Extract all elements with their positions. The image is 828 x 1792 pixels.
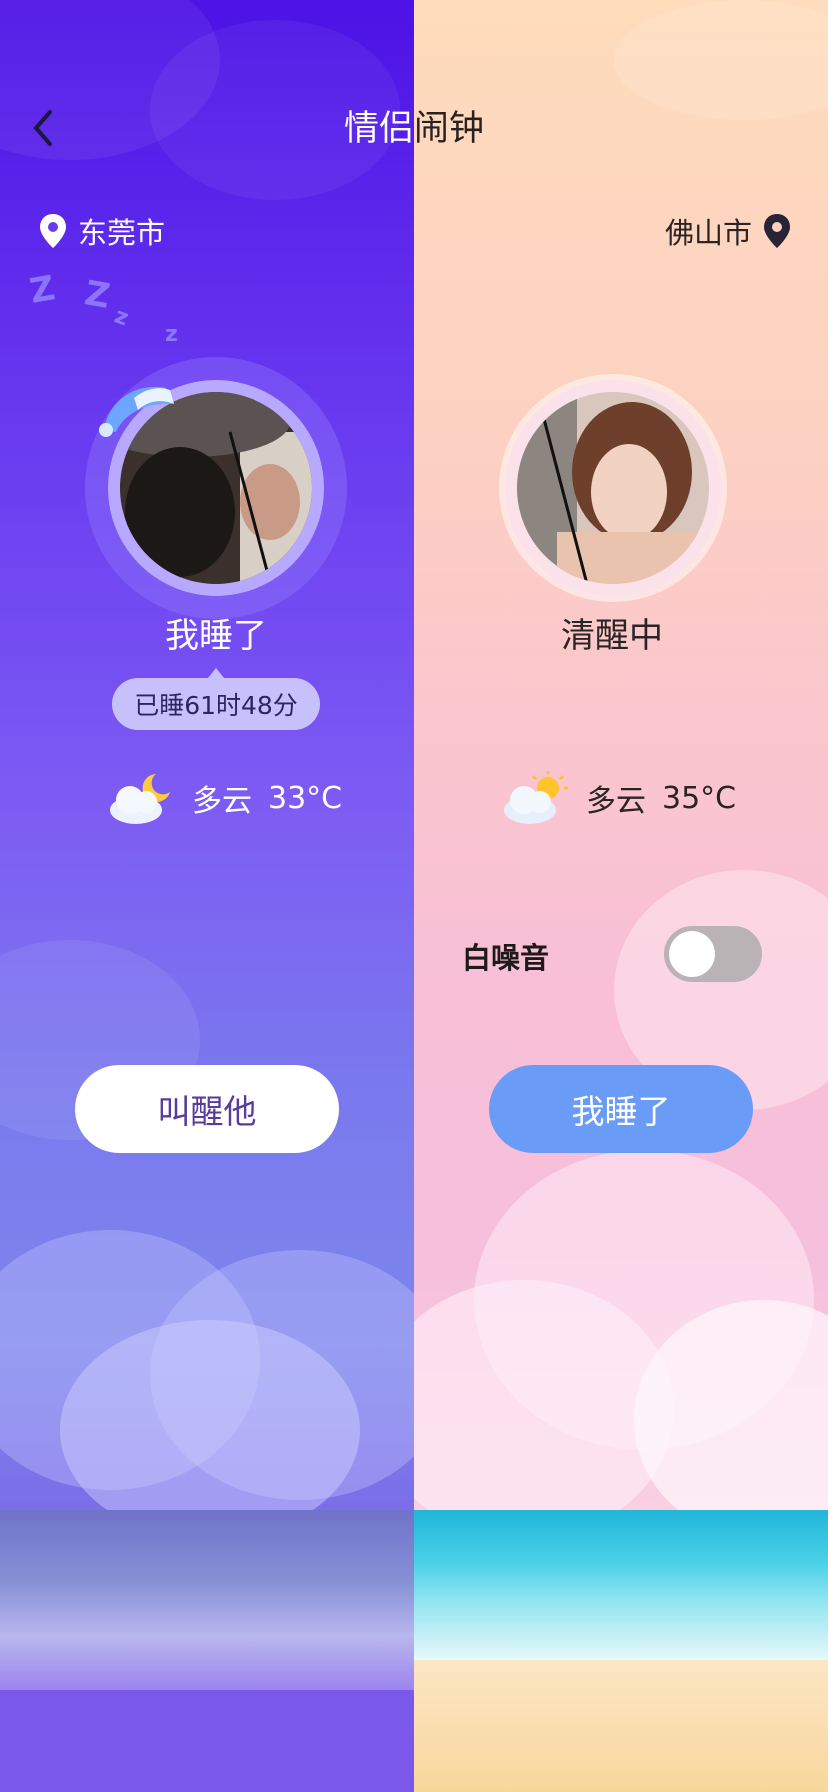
i-slept-button[interactable]: 我睡了 bbox=[489, 1065, 753, 1153]
partner-panel-left bbox=[0, 0, 414, 1792]
partner-panel-right bbox=[414, 0, 828, 1792]
white-noise-toggle[interactable] bbox=[664, 926, 762, 982]
cloud-moon-icon bbox=[110, 774, 170, 824]
sleep-status: 我睡了 bbox=[165, 616, 267, 656]
page-title: 情侣闹钟 bbox=[343, 109, 484, 149]
location-pin-icon bbox=[764, 214, 790, 248]
awake-status: 清醒中 bbox=[561, 616, 663, 656]
city-name: 东莞市 bbox=[78, 216, 166, 250]
weather-temp: 33°C bbox=[268, 780, 343, 816]
location-left: 东莞市 bbox=[38, 210, 165, 252]
weather-condition: 多云 bbox=[586, 784, 646, 819]
sleep-duration-badge: 已睡61时48分 bbox=[112, 668, 320, 730]
avatar-photo bbox=[517, 392, 709, 584]
weather-left: 多云 33°C bbox=[106, 770, 342, 826]
toggle-knob bbox=[669, 931, 715, 977]
sea-background bbox=[414, 1510, 828, 1660]
sea-background bbox=[0, 1510, 414, 1690]
avatar-right[interactable] bbox=[505, 380, 721, 596]
wake-him-button[interactable]: 叫醒他 bbox=[75, 1065, 339, 1153]
location-pin-icon bbox=[40, 214, 66, 248]
weather-right: 多云 35°C bbox=[500, 770, 736, 826]
cloud-sun-icon bbox=[504, 771, 568, 824]
weather-temp: 35°C bbox=[662, 780, 737, 816]
location-right: 佛山市 bbox=[665, 210, 792, 252]
white-noise-label: 白噪音 bbox=[462, 941, 550, 975]
city-name: 佛山市 bbox=[664, 216, 752, 250]
weather-condition: 多云 bbox=[192, 784, 252, 819]
sleep-cap-icon bbox=[99, 386, 174, 437]
